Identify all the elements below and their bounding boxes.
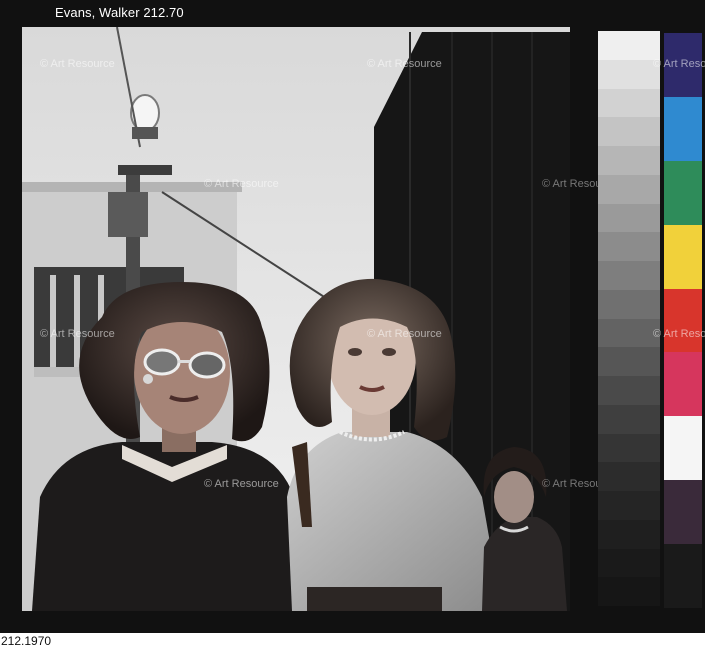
watermark: © Art Resource (40, 328, 115, 340)
watermark: © Art Resource (40, 58, 115, 70)
gray-scale-step (598, 31, 660, 60)
gray-scale-step (598, 289, 660, 319)
color-patch (664, 544, 702, 609)
gray-scale-step (598, 88, 660, 118)
gray-scale-step (598, 548, 660, 578)
color-patch (664, 288, 702, 353)
gray-scale-target (598, 31, 660, 606)
color-patch (664, 352, 702, 417)
color-patch (664, 480, 702, 545)
watermark: © Art Resource (204, 478, 279, 490)
color-patch (664, 416, 702, 481)
earring (143, 374, 153, 384)
gray-scale-step (598, 577, 660, 606)
window-mullion (74, 275, 80, 370)
gray-scale-step (598, 203, 660, 233)
gray-scale-step (598, 261, 660, 290)
gray-scale-step (598, 376, 660, 405)
gray-scale-step (598, 318, 660, 348)
watermark: © Art Resource (204, 178, 279, 190)
gray-scale-step (598, 404, 660, 434)
gray-scale-step (598, 433, 660, 463)
color-checker-bar (664, 33, 705, 609)
color-patch (664, 224, 702, 289)
color-patch (664, 160, 702, 225)
watermark: © Art Resource (367, 328, 442, 340)
watermark: © Art Resource (367, 58, 442, 70)
image-frame: Evans, Walker 212.70 © Art Resource © Ar… (0, 0, 705, 633)
background-woman-face (494, 471, 534, 523)
gray-scale-step (598, 117, 660, 146)
watermark: © Art Resource (653, 328, 705, 340)
belt (307, 587, 442, 611)
color-patch (664, 96, 702, 161)
photograph: © Art Resource © Art Resource © Art Reso… (22, 27, 617, 611)
gray-scale-step (598, 491, 660, 520)
window-mullion (50, 275, 56, 370)
top-caption: Evans, Walker 212.70 (55, 5, 184, 20)
watermark: © Art Resource (653, 58, 705, 70)
gray-scale-step (598, 146, 660, 175)
bottom-caption: 212.1970 (1, 634, 52, 648)
gray-scale-step (598, 347, 660, 376)
gray-scale-step (598, 462, 660, 491)
background-woman-coat (482, 517, 567, 611)
photo-scene (22, 27, 570, 611)
gray-scale-step (598, 59, 660, 89)
gray-scale-step (598, 174, 660, 204)
gray-scale-step (598, 232, 660, 261)
gray-scale-step (598, 519, 660, 549)
